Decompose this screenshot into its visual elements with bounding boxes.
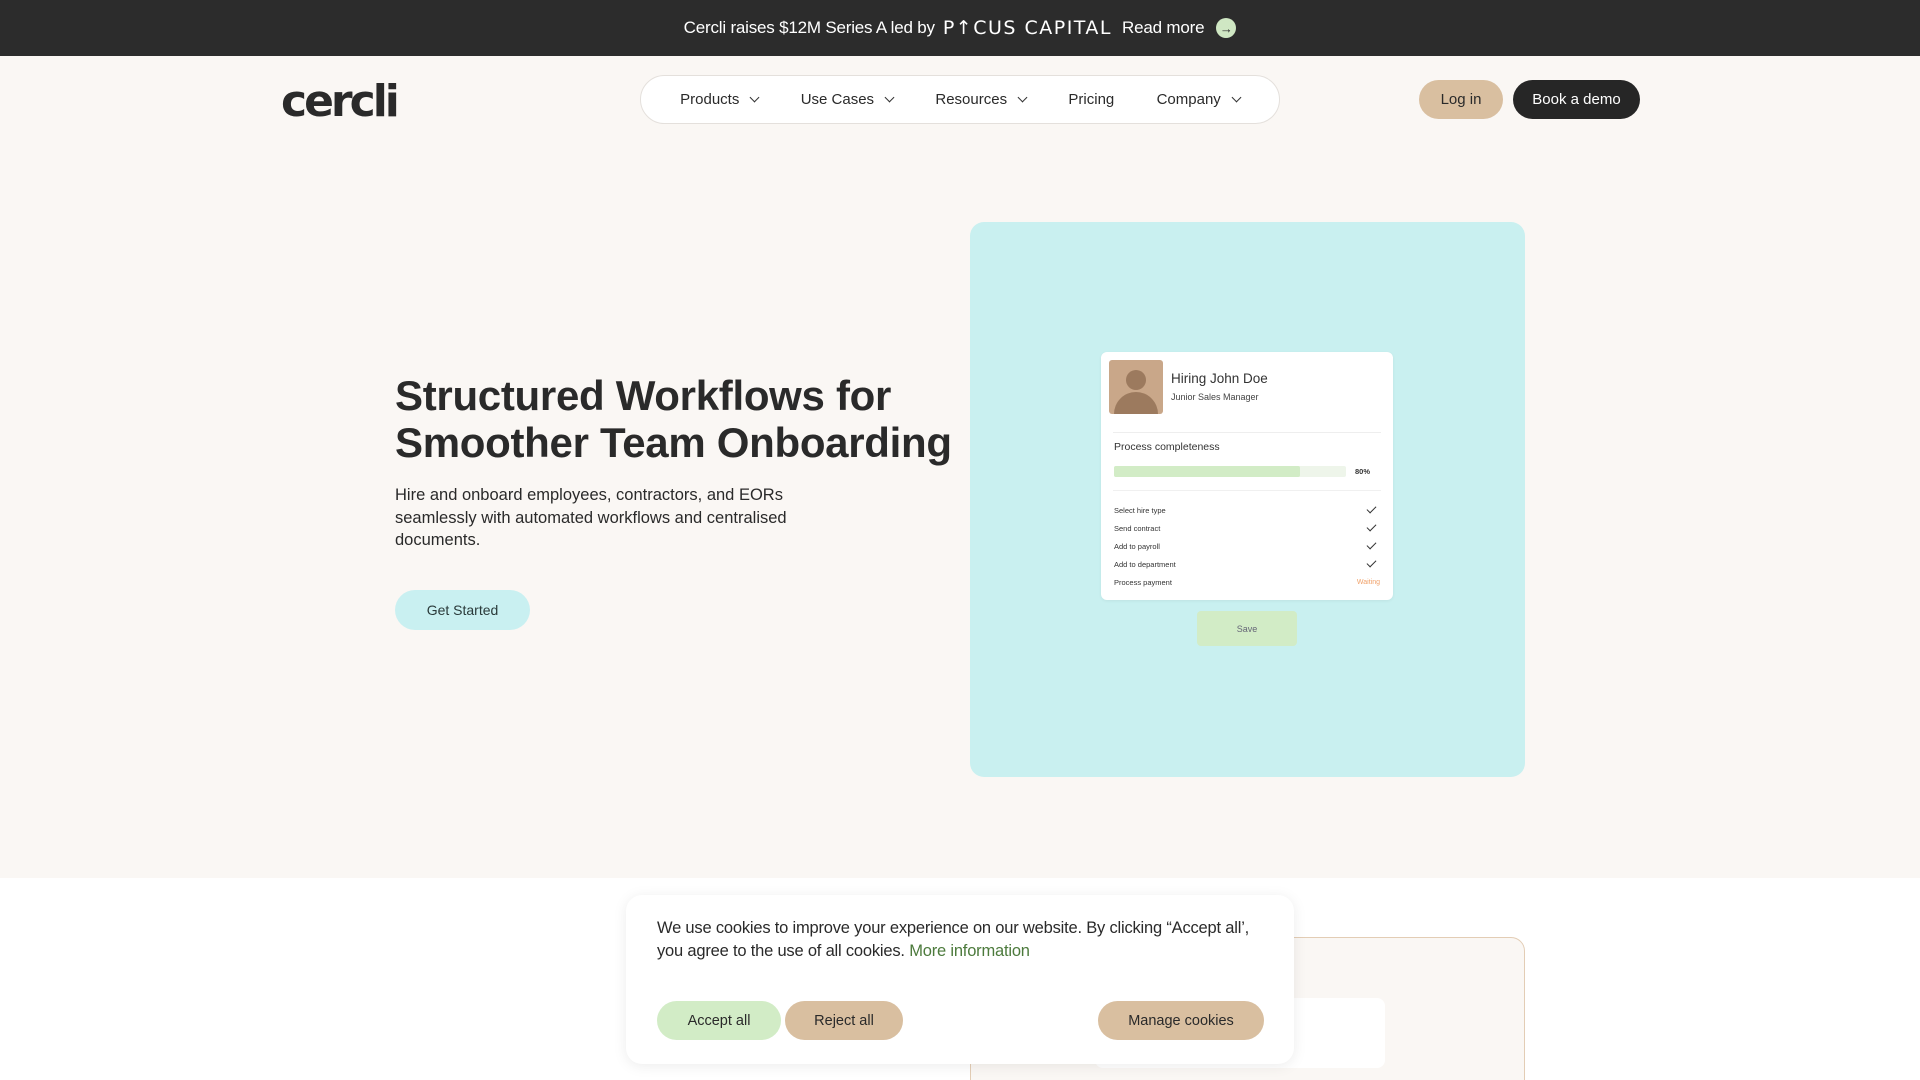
check-icon [1366,503,1377,514]
check-icon [1366,557,1377,568]
nav-label: Products [680,91,740,108]
divider [1113,490,1381,491]
accept-all-button[interactable]: Accept all [657,1001,781,1040]
nav-item-pricing[interactable]: Pricing [1068,91,1114,108]
more-information-link[interactable]: More information [909,942,1030,960]
arrow-right-icon[interactable]: → [1216,18,1237,38]
chevron-down-icon [884,92,895,103]
nav-label: Resources [935,91,1008,108]
announcement-text: Cercli raises $12M Series A led by [683,18,935,37]
hero-title-line1: Structured Workflows for [395,372,892,419]
main-nav: Products Use Cases Resources Pricing Com… [640,75,1280,124]
list-item: Process payment Waiting [1114,573,1380,591]
hero-illustration: Hiring John Doe Junior Sales Manager Pro… [970,222,1525,777]
divider [1113,432,1381,433]
investor-logo: P↑CUS CAPITAL [942,17,1113,39]
hiring-card: Hiring John Doe Junior Sales Manager Pro… [1101,352,1393,600]
check-icon [1366,539,1377,550]
step-label: Add to payroll [1114,541,1160,551]
hero-subtitle: Hire and onboard employees, contractors,… [395,486,787,549]
check-icon [1366,521,1377,532]
progress-bar [1114,466,1346,477]
read-more-link[interactable]: Read more [1122,18,1204,38]
hero-title: Structured Workflows for Smoother Team O… [395,372,985,466]
nav-item-company[interactable]: Company [1156,91,1242,108]
step-label: Select hire type [1114,505,1166,515]
save-button: Save [1197,611,1297,646]
list-item: Send contract [1114,519,1380,537]
nav-item-use-cases[interactable]: Use Cases [800,91,895,108]
cercli-logo[interactable]: cercli [281,76,400,127]
nav-label: Use Cases [800,91,875,108]
list-item: Add to payroll [1114,537,1380,555]
cookie-message: We use cookies to improve your experienc… [657,917,1267,962]
announcement-bar: Cercli raises $12M Series A led by P↑CUS… [0,0,1920,56]
chevron-down-icon [1017,92,1028,103]
get-started-button[interactable]: Get Started [395,590,530,630]
chevron-down-icon [1231,92,1242,103]
nav-label: Pricing [1068,91,1115,108]
hire-role: Junior Sales Manager [1171,392,1259,402]
login-button[interactable]: Log in [1419,80,1503,119]
hire-name: Hiring John Doe [1171,371,1268,386]
step-label: Send contract [1114,523,1161,533]
progress-percent: 80% [1355,467,1371,476]
nav-item-resources[interactable]: Resources [935,91,1028,108]
list-item: Select hire type [1114,501,1380,519]
step-label: Process payment [1114,577,1172,587]
cookie-banner: We use cookies to improve your experienc… [626,895,1294,1064]
book-demo-button[interactable]: Book a demo [1513,80,1640,119]
chevron-down-icon [749,92,760,103]
list-item: Add to department [1114,555,1380,573]
step-label: Add to department [1114,559,1176,569]
avatar [1109,360,1163,414]
waiting-status: Waiting [1356,578,1380,586]
step-list: Select hire type Send contract Add to pa… [1114,501,1380,591]
progress-fill [1114,466,1300,477]
nav-item-products[interactable]: Products [680,91,760,108]
hero-title-line2: Smoother Team Onboarding [395,419,952,466]
nav-label: Company [1156,91,1221,108]
process-label: Process completeness [1114,441,1220,453]
reject-all-button[interactable]: Reject all [785,1001,903,1040]
manage-cookies-button[interactable]: Manage cookies [1098,1001,1264,1040]
